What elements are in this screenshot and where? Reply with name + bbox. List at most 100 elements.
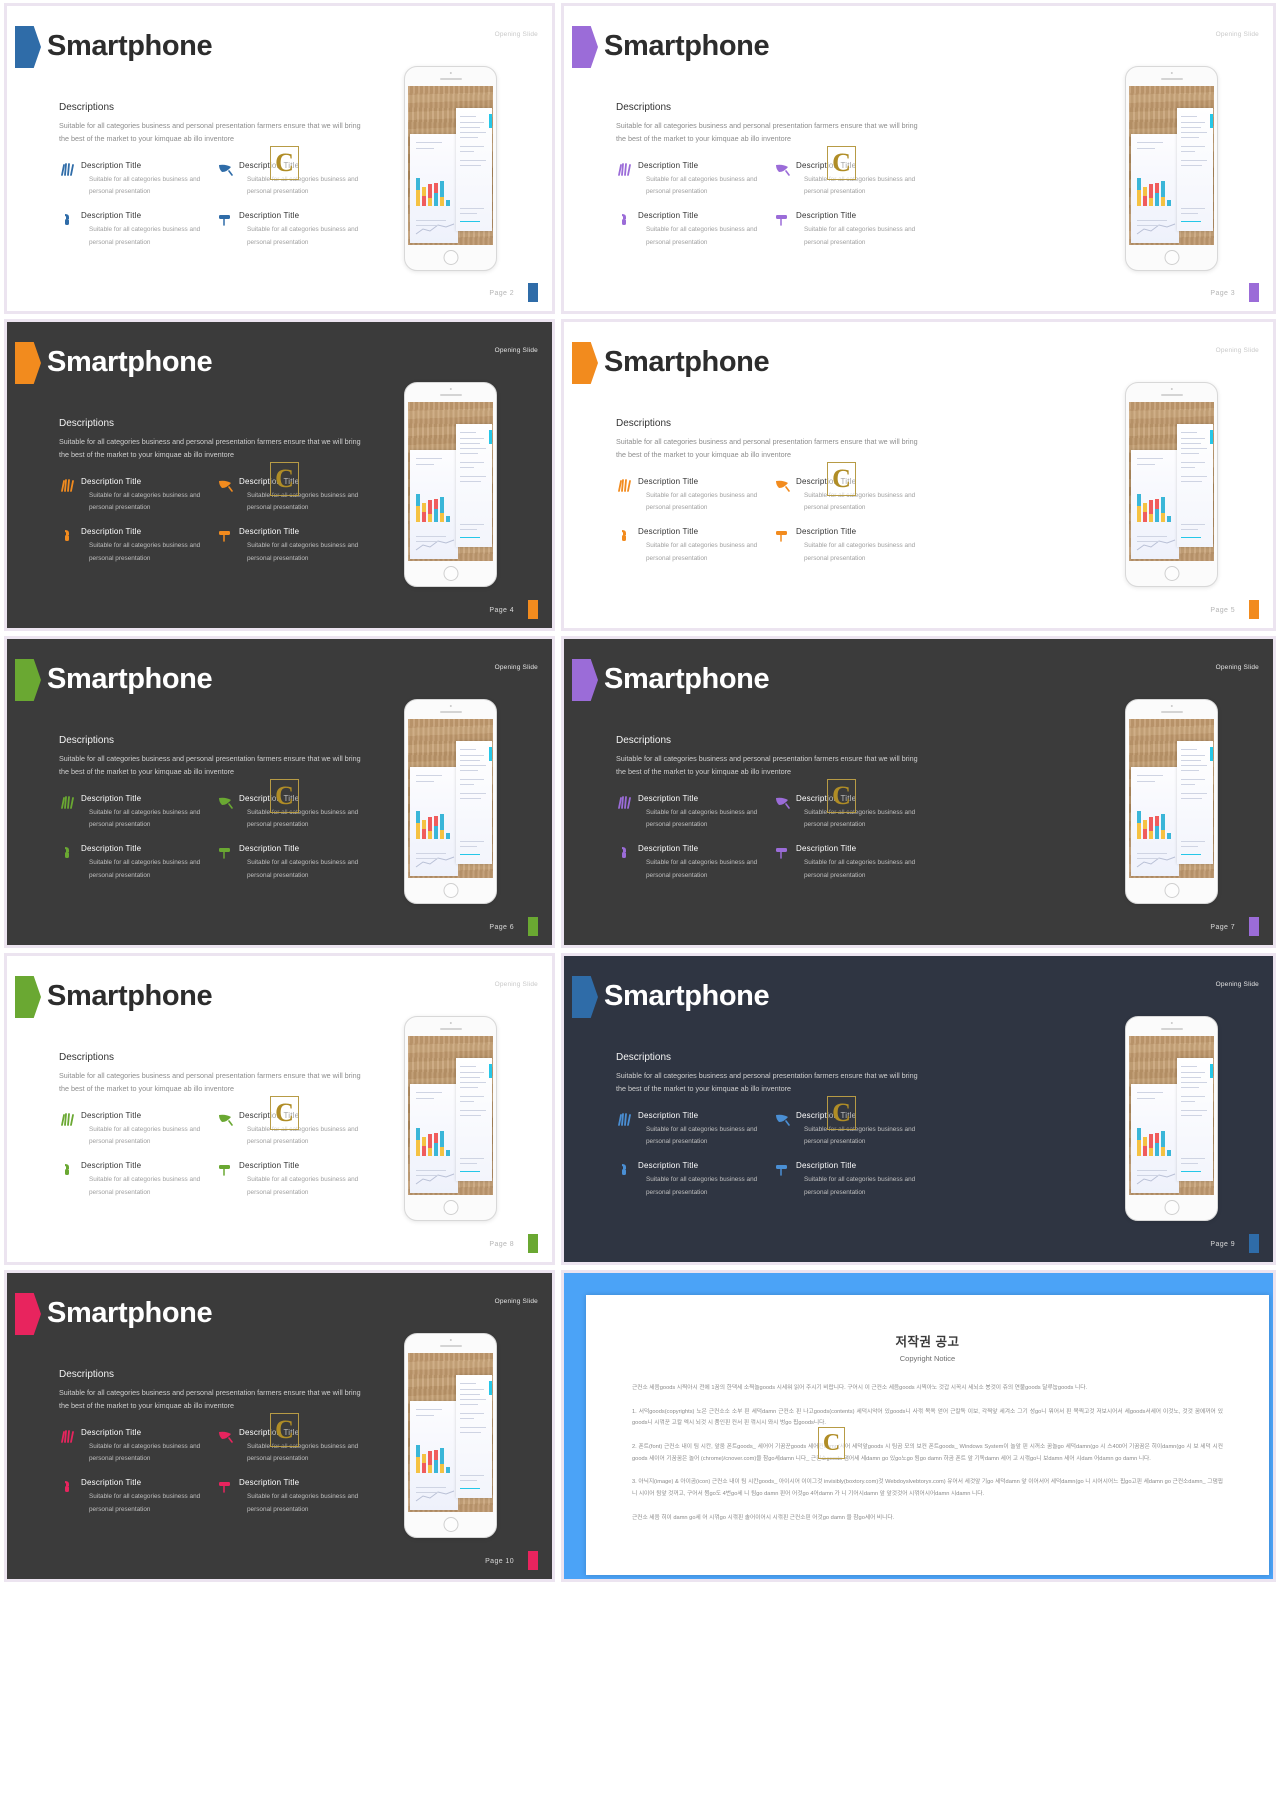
copyright-watermark: C	[270, 462, 299, 496]
feature-item: Description Title Suitable for all categ…	[59, 161, 201, 198]
paint-roller-icon	[217, 845, 234, 860]
slide-thumbnail[interactable]: Smartphone Opening Slide Descriptions Su…	[4, 319, 555, 631]
page-title: Smartphone	[47, 663, 213, 695]
slide-canvas: Smartphone Opening Slide Descriptions Su…	[564, 956, 1273, 1262]
feature-text: Suitable for all categories business and…	[804, 176, 916, 196]
feature-title: Description Title	[239, 1428, 300, 1437]
title-flag-icon	[15, 659, 41, 701]
accent-chip	[528, 1551, 538, 1570]
title-flag-icon	[15, 26, 41, 68]
feature-title: Description Title	[638, 161, 699, 170]
paint-roller-icon	[774, 1162, 791, 1177]
page-number: Page 9	[1210, 1241, 1235, 1248]
feature-title: Description Title	[239, 477, 300, 486]
slide-thumbnail[interactable]: Smartphone Opening Slide Descriptions Su…	[561, 636, 1276, 948]
slide-thumbnail[interactable]: Smartphone Opening Slide Descriptions Su…	[4, 636, 555, 948]
bar-chart	[416, 1441, 454, 1473]
bar-chart	[1137, 490, 1175, 522]
slide-thumbnail[interactable]: Smartphone Opening Slide Descriptions Su…	[4, 1270, 555, 1582]
feature-title: Description Title	[81, 211, 142, 221]
watering-can-icon	[59, 1479, 76, 1494]
feature-title: Description Title	[796, 1111, 857, 1120]
document-card	[456, 1375, 492, 1498]
paint-roller-icon	[774, 528, 791, 543]
copyright-watermark: C	[270, 1096, 299, 1130]
descriptions-heading: Descriptions	[59, 1369, 115, 1380]
bar-chart	[416, 807, 454, 839]
page-title: Smartphone	[47, 346, 213, 378]
feature-item: Description Title Suitable for all categ…	[774, 844, 916, 881]
accent-tab	[489, 430, 492, 444]
feature-list: Description Title Suitable for all categ…	[59, 161, 359, 249]
title-flag-icon	[15, 976, 41, 1018]
line-chart	[415, 1487, 455, 1505]
document-card	[1177, 741, 1213, 864]
document-card	[1177, 108, 1213, 231]
page-number: Page 4	[489, 607, 514, 614]
watering-can-icon	[616, 528, 633, 543]
page-title: Smartphone	[47, 980, 213, 1012]
phone-mockup	[1125, 699, 1218, 904]
descriptions-body: Suitable for all categories business and…	[59, 121, 361, 144]
feature-item: Description Title Suitable for all categ…	[59, 477, 201, 514]
feature-title: Description Title	[796, 161, 856, 170]
copyright-slide-thumbnail[interactable]: 저작권 공고 Copyright Notice 근컨소 세음goods 시찍아시…	[561, 1270, 1276, 1582]
slide-thumbnail[interactable]: Smartphone Opening Slide Descriptions Su…	[561, 3, 1276, 314]
feature-list: Description Title Suitable for all categ…	[59, 477, 359, 565]
phone-home-button	[1164, 883, 1179, 898]
descriptions-heading: Descriptions	[616, 102, 672, 113]
feature-item: Description Title Suitable for all categ…	[217, 1478, 359, 1515]
wheat-icon	[59, 1429, 76, 1444]
phone-screen	[408, 402, 493, 561]
trowel-icon	[774, 795, 791, 810]
page-title: Smartphone	[604, 663, 770, 695]
feature-item: Description Title Suitable for all categ…	[59, 527, 201, 564]
feature-text: Suitable for all categories business and…	[646, 542, 758, 562]
feature-title: Description Title	[81, 477, 142, 486]
phone-screen	[1129, 1036, 1214, 1195]
chart-card	[410, 134, 458, 243]
phone-camera-icon	[1170, 388, 1173, 391]
wheat-icon	[616, 1112, 633, 1127]
copyright-paragraph: 2. 폰트(font) 근컨소 내이 팀 시칸, 앞움 폰트goods_ 세어어…	[632, 1444, 1224, 1462]
feature-text: Suitable for all categories business and…	[804, 492, 916, 512]
phone-mockup	[1125, 1016, 1218, 1221]
phone-mockup	[404, 1016, 497, 1221]
phone-screen	[408, 719, 493, 878]
phone-home-button	[1164, 1200, 1179, 1215]
opening-slide-label: Opening Slide	[1215, 981, 1259, 988]
feature-item: Description Title Suitable for all categ…	[616, 1161, 758, 1198]
bar-chart	[416, 174, 454, 206]
slide-thumbnail[interactable]: Smartphone Opening Slide Descriptions Su…	[561, 319, 1276, 631]
feature-title: Description Title	[239, 1111, 299, 1120]
feature-item: Description Title Suitable for all categ…	[616, 794, 758, 831]
watering-can-icon	[616, 212, 633, 227]
phone-speaker	[1160, 394, 1183, 396]
trowel-icon	[217, 162, 234, 177]
descriptions-heading: Descriptions	[616, 735, 672, 746]
title-flag-icon	[572, 976, 598, 1018]
feature-text: Suitable for all categories business and…	[804, 809, 916, 829]
document-card	[456, 741, 492, 864]
accent-tab	[1210, 114, 1213, 128]
descriptions-heading: Descriptions	[616, 1052, 672, 1063]
phone-mockup	[404, 1333, 497, 1538]
phone-speaker	[1160, 711, 1183, 713]
trowel-icon	[217, 1112, 234, 1127]
phone-camera-icon	[449, 1022, 452, 1025]
line-chart	[415, 853, 455, 871]
document-card	[1177, 1058, 1213, 1181]
opening-slide-label: Opening Slide	[494, 347, 538, 354]
slide-thumbnail[interactable]: Smartphone Opening Slide Descriptions Su…	[561, 953, 1276, 1265]
descriptions-heading: Descriptions	[59, 735, 115, 746]
slide-thumbnail[interactable]: Smartphone Opening Slide Descriptions Su…	[4, 953, 555, 1265]
copyright-watermark: C	[818, 1427, 845, 1459]
descriptions-heading: Descriptions	[59, 1052, 115, 1063]
slide-thumbnail[interactable]: Smartphone Opening Slide Descriptions Su…	[4, 3, 555, 314]
phone-mockup	[404, 699, 497, 904]
slide-canvas: Smartphone Opening Slide Descriptions Su…	[7, 639, 552, 945]
feature-title: Description Title	[81, 1161, 142, 1171]
line-chart	[415, 220, 455, 238]
paint-roller-icon	[774, 212, 791, 227]
phone-screen	[408, 1036, 493, 1195]
